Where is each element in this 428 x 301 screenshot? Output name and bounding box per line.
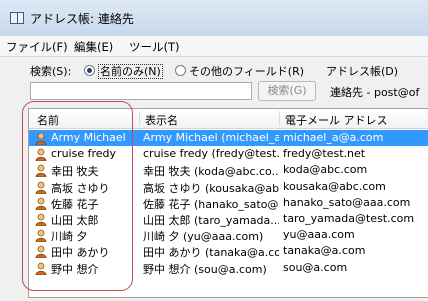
cell-display-name: 田中 あかり (tanaka@a.co...: [143, 246, 279, 260]
person-icon: [35, 148, 47, 162]
cell-display-name: Army Michael (michael_a...: [143, 131, 279, 144]
cell-name: 川崎 夕: [51, 230, 88, 244]
search-button[interactable]: 検索(G): [258, 81, 316, 101]
person-icon: [35, 164, 47, 178]
person-icon: [35, 229, 47, 243]
cell-display-name: 川崎 夕 (yu@aaa.com): [143, 230, 264, 244]
menu-bar: ファイル(F) 編集(E) ツール(T): [0, 36, 428, 57]
cell-email: fredy@test.net: [283, 147, 366, 161]
column-divider[interactable]: [139, 111, 140, 126]
list-header: 名前 表示名 電子メール アドレス: [29, 109, 428, 129]
radio-other-fields[interactable]: [175, 65, 186, 76]
table-row[interactable]: 高坂 さゆり 高坂 さゆり (kousaka@abc... kousaka@abc.…: [29, 179, 428, 195]
cell-email: koda@abc.com: [283, 163, 368, 177]
column-header-name[interactable]: 名前: [37, 112, 59, 128]
cell-email: taro_yamada@test.com: [283, 212, 415, 225]
person-icon: [35, 132, 47, 145]
person-icon: [35, 213, 47, 226]
cell-name: 山田 太郎: [51, 214, 99, 227]
person-icon: [35, 245, 47, 259]
cell-name: 佐藤 花子: [51, 197, 99, 211]
cell-email: kousaka@abc.com: [283, 179, 386, 193]
cell-email: michael_a@a.com: [283, 131, 384, 144]
table-row[interactable]: Army Michael Army Michael (michael_a... mi…: [29, 130, 428, 146]
person-icon: [35, 197, 47, 210]
person-icon: [35, 262, 47, 275]
cell-display-name: 高坂 さゆり (kousaka@abc...: [143, 181, 279, 195]
cell-name: 高坂 さゆり: [51, 181, 110, 195]
title-bar: アドレス帳: 連絡先: [0, 0, 428, 37]
cell-name: 幸田 牧夫: [51, 165, 99, 179]
table-row[interactable]: cruise fredy cruise fredy (fredy@test....…: [29, 146, 428, 162]
table-row[interactable]: 山田 太郎 山田 太郎 (taro_yamada... taro_yamada@te…: [29, 211, 428, 227]
cell-name: 野中 想介: [51, 262, 99, 276]
cell-email: tanaka@a.com: [283, 244, 366, 258]
table-row[interactable]: 川崎 夕 川崎 夕 (yu@aaa.com) yu@aaa.com: [29, 227, 428, 243]
contact-list[interactable]: 名前 表示名 電子メール アドレス Army Michael Army Micha…: [28, 108, 428, 298]
table-row[interactable]: 田中 あかり 田中 あかり (tanaka@a.co... tanaka@a.com: [29, 243, 428, 259]
table-row[interactable]: 野中 想介 野中 想介 (sou@a.com) sou@a.com: [29, 260, 428, 276]
cell-name: 田中 あかり: [51, 246, 110, 260]
cell-display-name: 幸田 牧夫 (koda@abc.co...: [143, 165, 279, 179]
menu-file[interactable]: ファイル(F): [6, 39, 68, 55]
address-book-window: アドレス帳: 連絡先 ファイル(F) 編集(E) ツール(T) 検索(S): 名…: [0, 0, 428, 301]
cell-email: yu@aaa.com: [283, 228, 355, 242]
table-row[interactable]: 佐藤 花子 佐藤 花子 (hanako_sato@... hanako_sato@a…: [29, 195, 428, 211]
cell-name: cruise fredy: [51, 147, 117, 161]
addressbook-select[interactable]: 連絡先 - post@of: [330, 84, 419, 100]
column-header-email[interactable]: 電子メール アドレス: [285, 112, 388, 128]
column-header-display-name[interactable]: 表示名: [145, 112, 178, 128]
menu-edit[interactable]: 編集(E): [74, 39, 113, 55]
radio-other-fields-label[interactable]: その他のフィールド(R): [189, 63, 304, 79]
person-icon: [35, 181, 47, 194]
column-divider[interactable]: [279, 111, 280, 126]
cell-display-name: cruise fredy (fredy@test....: [143, 147, 279, 161]
radio-name-only[interactable]: [84, 65, 95, 76]
table-row[interactable]: 幸田 牧夫 幸田 牧夫 (koda@abc.co... koda@abc.com: [29, 162, 428, 178]
cell-display-name: 山田 太郎 (taro_yamada...: [143, 214, 279, 227]
search-input[interactable]: [30, 82, 252, 100]
window-title: アドレス帳: 連絡先: [30, 12, 134, 26]
cell-email: sou@a.com: [283, 260, 348, 274]
cell-display-name: 佐藤 花子 (hanako_sato@...: [143, 197, 279, 211]
cell-email: hanako_sato@aaa.com: [283, 195, 411, 209]
addressbook-label: アドレス帳(D): [326, 65, 399, 78]
menu-tools[interactable]: ツール(T): [129, 39, 180, 55]
cell-name: Army Michael: [51, 131, 126, 144]
cell-display-name: 野中 想介 (sou@a.com): [143, 262, 267, 276]
radio-name-only-label[interactable]: 名前のみ(N): [98, 64, 163, 79]
addressbook-icon: [10, 12, 24, 24]
search-label: 検索(S):: [30, 65, 72, 78]
